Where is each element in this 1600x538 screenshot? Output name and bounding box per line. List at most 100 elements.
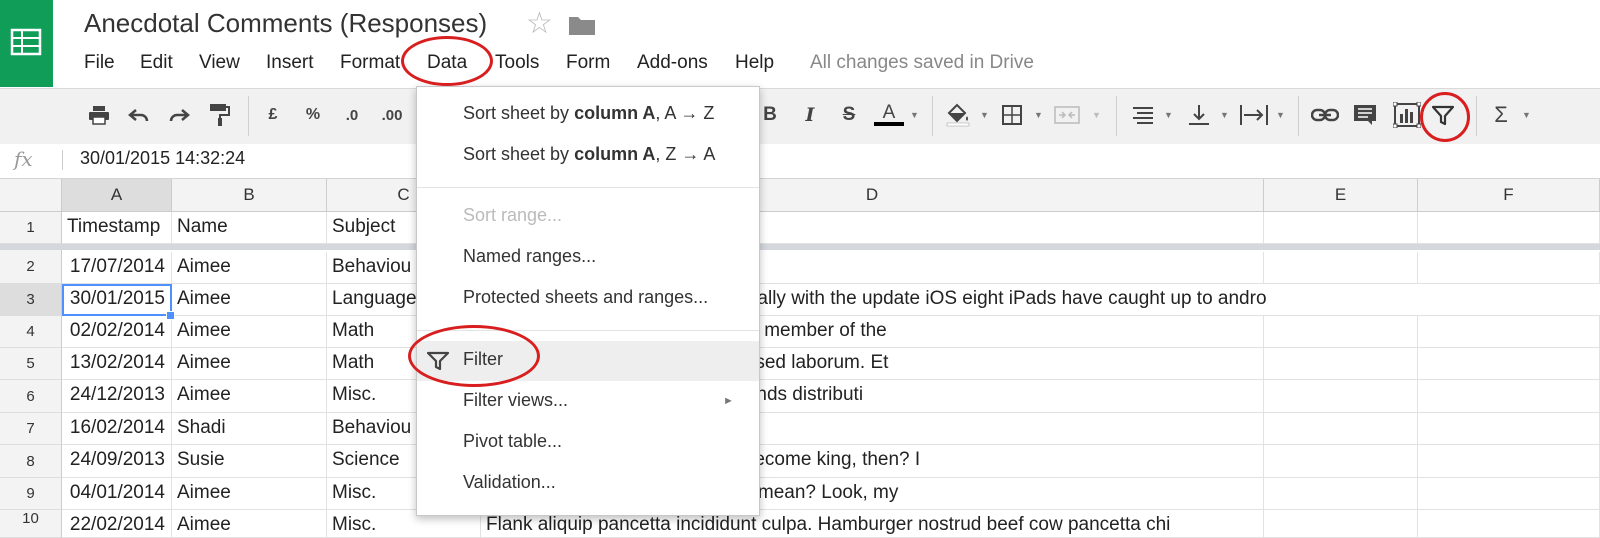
frozen-row-divider[interactable]: [0, 244, 1600, 250]
chevron-down-icon[interactable]: ▼: [1522, 110, 1531, 120]
table-cell[interactable]: [1418, 445, 1600, 478]
table-cell[interactable]: [1418, 510, 1600, 538]
sheets-logo-icon[interactable]: [0, 0, 53, 87]
table-cell[interactable]: Timestamp: [62, 212, 172, 244]
text-wrap-icon[interactable]: [1238, 100, 1270, 130]
menu-view[interactable]: View: [199, 52, 240, 74]
table-cell[interactable]: 17/07/2014: [62, 252, 172, 284]
menu-item-sort-az[interactable]: Sort sheet by column A, A → Z: [463, 103, 714, 124]
star-icon[interactable]: ☆: [526, 6, 553, 41]
table-cell[interactable]: [1264, 413, 1418, 445]
row-header[interactable]: 5: [0, 348, 62, 380]
bold-button[interactable]: B: [760, 100, 780, 130]
decrease-decimal-button[interactable]: .0: [338, 100, 366, 130]
percent-format-button[interactable]: %: [302, 100, 324, 130]
row-header[interactable]: 3: [0, 284, 62, 316]
menu-addons[interactable]: Add-ons: [637, 52, 708, 74]
text-color-button[interactable]: A: [874, 100, 904, 130]
fill-handle[interactable]: [166, 311, 175, 320]
column-header-f[interactable]: F: [1418, 179, 1600, 212]
formula-input[interactable]: 30/01/2015 14:32:24: [80, 148, 245, 169]
menu-item-sort-za[interactable]: Sort sheet by column A, Z → A: [463, 144, 715, 165]
table-cell[interactable]: [1264, 212, 1418, 244]
table-cell[interactable]: [1418, 348, 1600, 380]
table-cell[interactable]: [1418, 413, 1600, 445]
document-title[interactable]: Anecdotal Comments (Responses): [84, 8, 487, 39]
table-cell[interactable]: 24/12/2013: [62, 380, 172, 413]
chevron-down-icon[interactable]: ▼: [1220, 110, 1229, 120]
menu-insert[interactable]: Insert: [266, 52, 314, 74]
row-header[interactable]: 7: [0, 413, 62, 445]
row-header[interactable]: 10: [0, 510, 62, 538]
table-cell[interactable]: Aimee: [172, 478, 327, 510]
table-cell[interactable]: 16/02/2014: [62, 413, 172, 445]
horizontal-align-icon[interactable]: [1130, 100, 1156, 130]
print-icon[interactable]: [86, 100, 112, 130]
borders-icon[interactable]: [1000, 100, 1024, 130]
merge-cells-icon[interactable]: [1052, 100, 1082, 130]
insert-link-icon[interactable]: [1310, 100, 1340, 130]
chevron-down-icon[interactable]: ▼: [1034, 110, 1043, 120]
column-header-a[interactable]: A: [62, 179, 172, 212]
fill-color-icon[interactable]: [944, 100, 972, 130]
chevron-down-icon[interactable]: ▼: [1092, 110, 1101, 120]
insert-comment-icon[interactable]: [1352, 100, 1378, 130]
paint-format-icon[interactable]: [206, 100, 232, 130]
select-all-corner[interactable]: [0, 179, 62, 212]
table-cell[interactable]: [1418, 380, 1600, 413]
table-cell[interactable]: Aimee: [172, 316, 327, 348]
table-cell[interactable]: [1418, 252, 1600, 284]
table-cell[interactable]: [1264, 316, 1418, 348]
vertical-align-icon[interactable]: [1186, 100, 1212, 130]
row-header[interactable]: 2: [0, 250, 62, 284]
redo-icon[interactable]: [166, 100, 192, 130]
table-cell[interactable]: Aimee: [172, 510, 327, 538]
table-cell[interactable]: 22/02/2014: [62, 510, 172, 538]
menu-format[interactable]: Format: [340, 52, 400, 74]
table-cell[interactable]: Shadi: [172, 413, 327, 445]
menu-form[interactable]: Form: [566, 52, 610, 74]
row-header[interactable]: 9: [0, 478, 62, 510]
table-cell[interactable]: Name: [172, 212, 327, 244]
row-header[interactable]: 6: [0, 380, 62, 413]
column-header-e[interactable]: E: [1264, 179, 1418, 212]
chevron-down-icon[interactable]: ▼: [980, 110, 989, 120]
table-cell[interactable]: 24/09/2013: [62, 445, 172, 478]
chevron-down-icon[interactable]: ▼: [1276, 110, 1285, 120]
table-cell[interactable]: Aimee: [172, 380, 327, 413]
table-cell[interactable]: [1264, 380, 1418, 413]
menu-file[interactable]: File: [84, 52, 115, 74]
row-header[interactable]: 1: [0, 212, 62, 244]
insert-chart-icon[interactable]: [1392, 100, 1422, 130]
currency-format-button[interactable]: £: [262, 100, 284, 130]
menu-item-filter-views[interactable]: Filter views...: [463, 390, 568, 411]
menu-tools[interactable]: Tools: [495, 52, 539, 74]
folder-icon[interactable]: [568, 14, 596, 41]
chevron-down-icon[interactable]: ▼: [910, 110, 919, 120]
italic-button[interactable]: I: [800, 100, 820, 130]
table-cell[interactable]: [1264, 478, 1418, 510]
increase-decimal-button[interactable]: .00: [376, 100, 408, 130]
functions-button[interactable]: Σ: [1490, 100, 1512, 130]
table-cell[interactable]: [1264, 252, 1418, 284]
table-cell[interactable]: Aimee: [172, 284, 327, 316]
table-cell[interactable]: [1264, 510, 1418, 538]
menu-item-protected-ranges[interactable]: Protected sheets and ranges...: [463, 287, 708, 308]
undo-icon[interactable]: [126, 100, 152, 130]
table-cell[interactable]: [1418, 478, 1600, 510]
menu-item-named-ranges[interactable]: Named ranges...: [463, 246, 596, 267]
strikethrough-button[interactable]: S: [838, 100, 860, 130]
menu-item-validation[interactable]: Validation...: [463, 472, 556, 493]
table-cell[interactable]: Aimee: [172, 348, 327, 380]
table-cell[interactable]: [1264, 445, 1418, 478]
table-cell[interactable]: 02/02/2014: [62, 316, 172, 348]
menu-edit[interactable]: Edit: [140, 52, 173, 74]
table-cell[interactable]: 04/01/2014: [62, 478, 172, 510]
menu-help[interactable]: Help: [735, 52, 774, 74]
table-cell[interactable]: [1418, 316, 1600, 348]
table-cell[interactable]: Susie: [172, 445, 327, 478]
table-cell[interactable]: Aimee: [172, 252, 327, 284]
table-cell[interactable]: [1418, 212, 1600, 244]
column-header-b[interactable]: B: [172, 179, 327, 212]
table-cell[interactable]: 13/02/2014: [62, 348, 172, 380]
